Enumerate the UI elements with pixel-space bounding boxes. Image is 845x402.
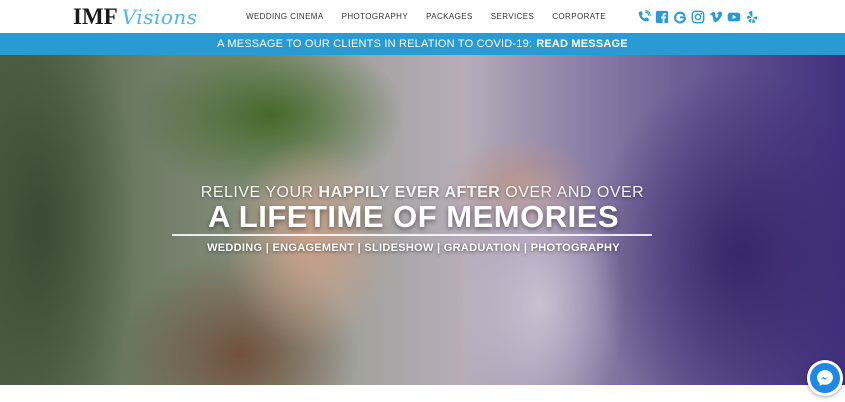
site-logo[interactable]: IMF Visions xyxy=(73,4,198,30)
nav-photography[interactable]: PHOTOGRAPHY xyxy=(342,12,409,21)
messenger-icon xyxy=(810,363,840,393)
vimeo-icon[interactable] xyxy=(709,10,723,24)
site-header: IMF Visions WEDDING CINEMA PHOTOGRAPHY P… xyxy=(0,0,845,33)
logo-script: Visions xyxy=(121,5,198,29)
youtube-icon[interactable] xyxy=(727,10,741,24)
messenger-chat-button[interactable] xyxy=(807,360,843,396)
nav-wedding-cinema[interactable]: WEDDING CINEMA xyxy=(246,12,324,21)
social-links xyxy=(637,10,759,24)
facebook-icon[interactable] xyxy=(655,10,669,24)
covid-banner: A MESSAGE TO OUR CLIENTS IN RELATION TO … xyxy=(0,33,845,55)
nav-services[interactable]: SERVICES xyxy=(491,12,535,21)
hero-services: WEDDING | ENGAGEMENT | SLIDESHOW | GRADU… xyxy=(207,242,620,254)
hero-headline: A LIFETIME OF MEMORIES xyxy=(207,199,620,234)
main-nav: WEDDING CINEMA PHOTOGRAPHY PACKAGES SERV… xyxy=(246,12,606,21)
hero-divider xyxy=(172,234,652,236)
nav-corporate[interactable]: CORPORATE xyxy=(552,12,606,21)
phone-icon[interactable] xyxy=(637,10,651,24)
hero-text: RELIVE YOUR HAPPILY EVER AFTER OVER AND … xyxy=(0,55,845,385)
google-icon[interactable] xyxy=(673,10,687,24)
instagram-icon[interactable] xyxy=(691,10,705,24)
banner-text: A MESSAGE TO OUR CLIENTS IN RELATION TO … xyxy=(217,38,533,50)
read-message-link[interactable]: READ MESSAGE xyxy=(536,38,628,50)
logo-wordmark: IMF xyxy=(73,4,118,29)
nav-packages[interactable]: PACKAGES xyxy=(426,12,473,21)
yelp-icon[interactable] xyxy=(745,10,759,24)
hero-section: RELIVE YOUR HAPPILY EVER AFTER OVER AND … xyxy=(0,55,845,385)
